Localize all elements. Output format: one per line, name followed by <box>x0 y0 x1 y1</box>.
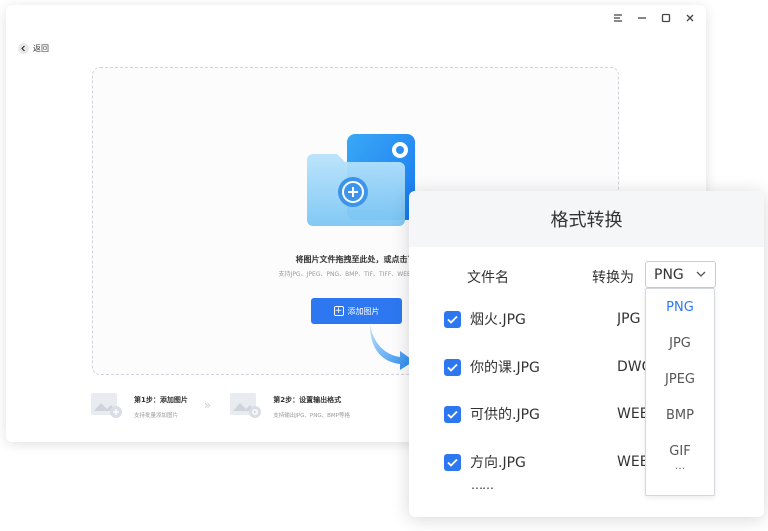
format-convert-dialog: 格式转换 文件名 转换为 PNG 烟火.JPG JPG 你的课.JPG DWG … <box>409 191 764 517</box>
file-row[interactable]: 烟火.JPG <box>444 309 526 329</box>
file-name: 你的课.JPG <box>470 360 540 376</box>
plus-icon: + <box>333 305 344 316</box>
back-button[interactable]: 返回 <box>18 43 49 54</box>
format-select[interactable]: PNG <box>645 261 716 288</box>
image-add-icon <box>91 393 122 418</box>
format-dropdown: PNG JPG JPEG BMP GIF ... <box>645 288 715 496</box>
file-format: WEBP <box>617 406 645 422</box>
step-2-desc: 支持输出JPG、PNG、BMP等格 <box>273 413 350 419</box>
file-format: JPG <box>617 311 641 327</box>
step-2: 第2步：设置输出格式 支持输出JPG、PNG、BMP等格 <box>229 391 350 419</box>
close-icon[interactable] <box>684 12 696 24</box>
image-settings-icon <box>230 393 262 418</box>
step-1-desc: 支持批量添加图片 <box>134 413 179 419</box>
dialog-title: 格式转换 <box>409 191 764 247</box>
column-convert-to: 转换为 <box>592 270 634 286</box>
file-name: 可供的.JPG <box>470 407 540 423</box>
file-format: WEBP <box>617 454 645 470</box>
back-label: 返回 <box>33 44 49 53</box>
steps-bar: 第1步：添加图片 支持批量添加图片 » 第2步：设置输出格式 支持输出JPG、P… <box>90 391 350 419</box>
minimize-icon[interactable] <box>636 12 648 24</box>
menu-icon[interactable] <box>612 12 624 24</box>
back-arrow-icon <box>18 43 29 54</box>
file-row[interactable]: 方向.JPG <box>444 452 526 472</box>
file-name: 方向.JPG <box>470 455 526 471</box>
format-select-value: PNG <box>654 266 684 283</box>
format-option[interactable]: JPG <box>646 325 714 361</box>
add-image-button[interactable]: + 添加图片 <box>311 298 402 324</box>
file-row[interactable]: 可供的.JPG <box>444 404 540 424</box>
folder-add-icon <box>307 134 415 226</box>
step-2-title: 第2步：设置输出格式 <box>273 396 342 404</box>
double-chevron-icon: » <box>203 398 212 412</box>
maximize-icon[interactable] <box>660 12 672 24</box>
checkbox-checked-icon[interactable] <box>444 453 461 471</box>
file-row[interactable]: 你的课.JPG <box>444 357 540 377</box>
add-image-label: 添加图片 <box>347 306 380 316</box>
column-filename: 文件名 <box>467 270 509 286</box>
more-files-ellipsis: …… <box>471 478 494 492</box>
format-option[interactable]: PNG <box>646 289 714 325</box>
window-controls <box>612 12 696 24</box>
format-option-more[interactable]: ... <box>646 459 714 472</box>
chevron-down-icon <box>696 271 706 277</box>
checkbox-checked-icon[interactable] <box>444 405 461 423</box>
file-format: DWG <box>617 359 645 375</box>
step-1: 第1步：添加图片 支持批量添加图片 <box>90 391 188 419</box>
format-option[interactable]: JPEG <box>646 361 714 397</box>
checkbox-checked-icon[interactable] <box>444 358 461 376</box>
step-1-title: 第1步：添加图片 <box>134 396 188 404</box>
checkbox-checked-icon[interactable] <box>444 310 461 328</box>
format-option[interactable]: BMP <box>646 397 714 433</box>
file-name: 烟火.JPG <box>470 312 526 328</box>
